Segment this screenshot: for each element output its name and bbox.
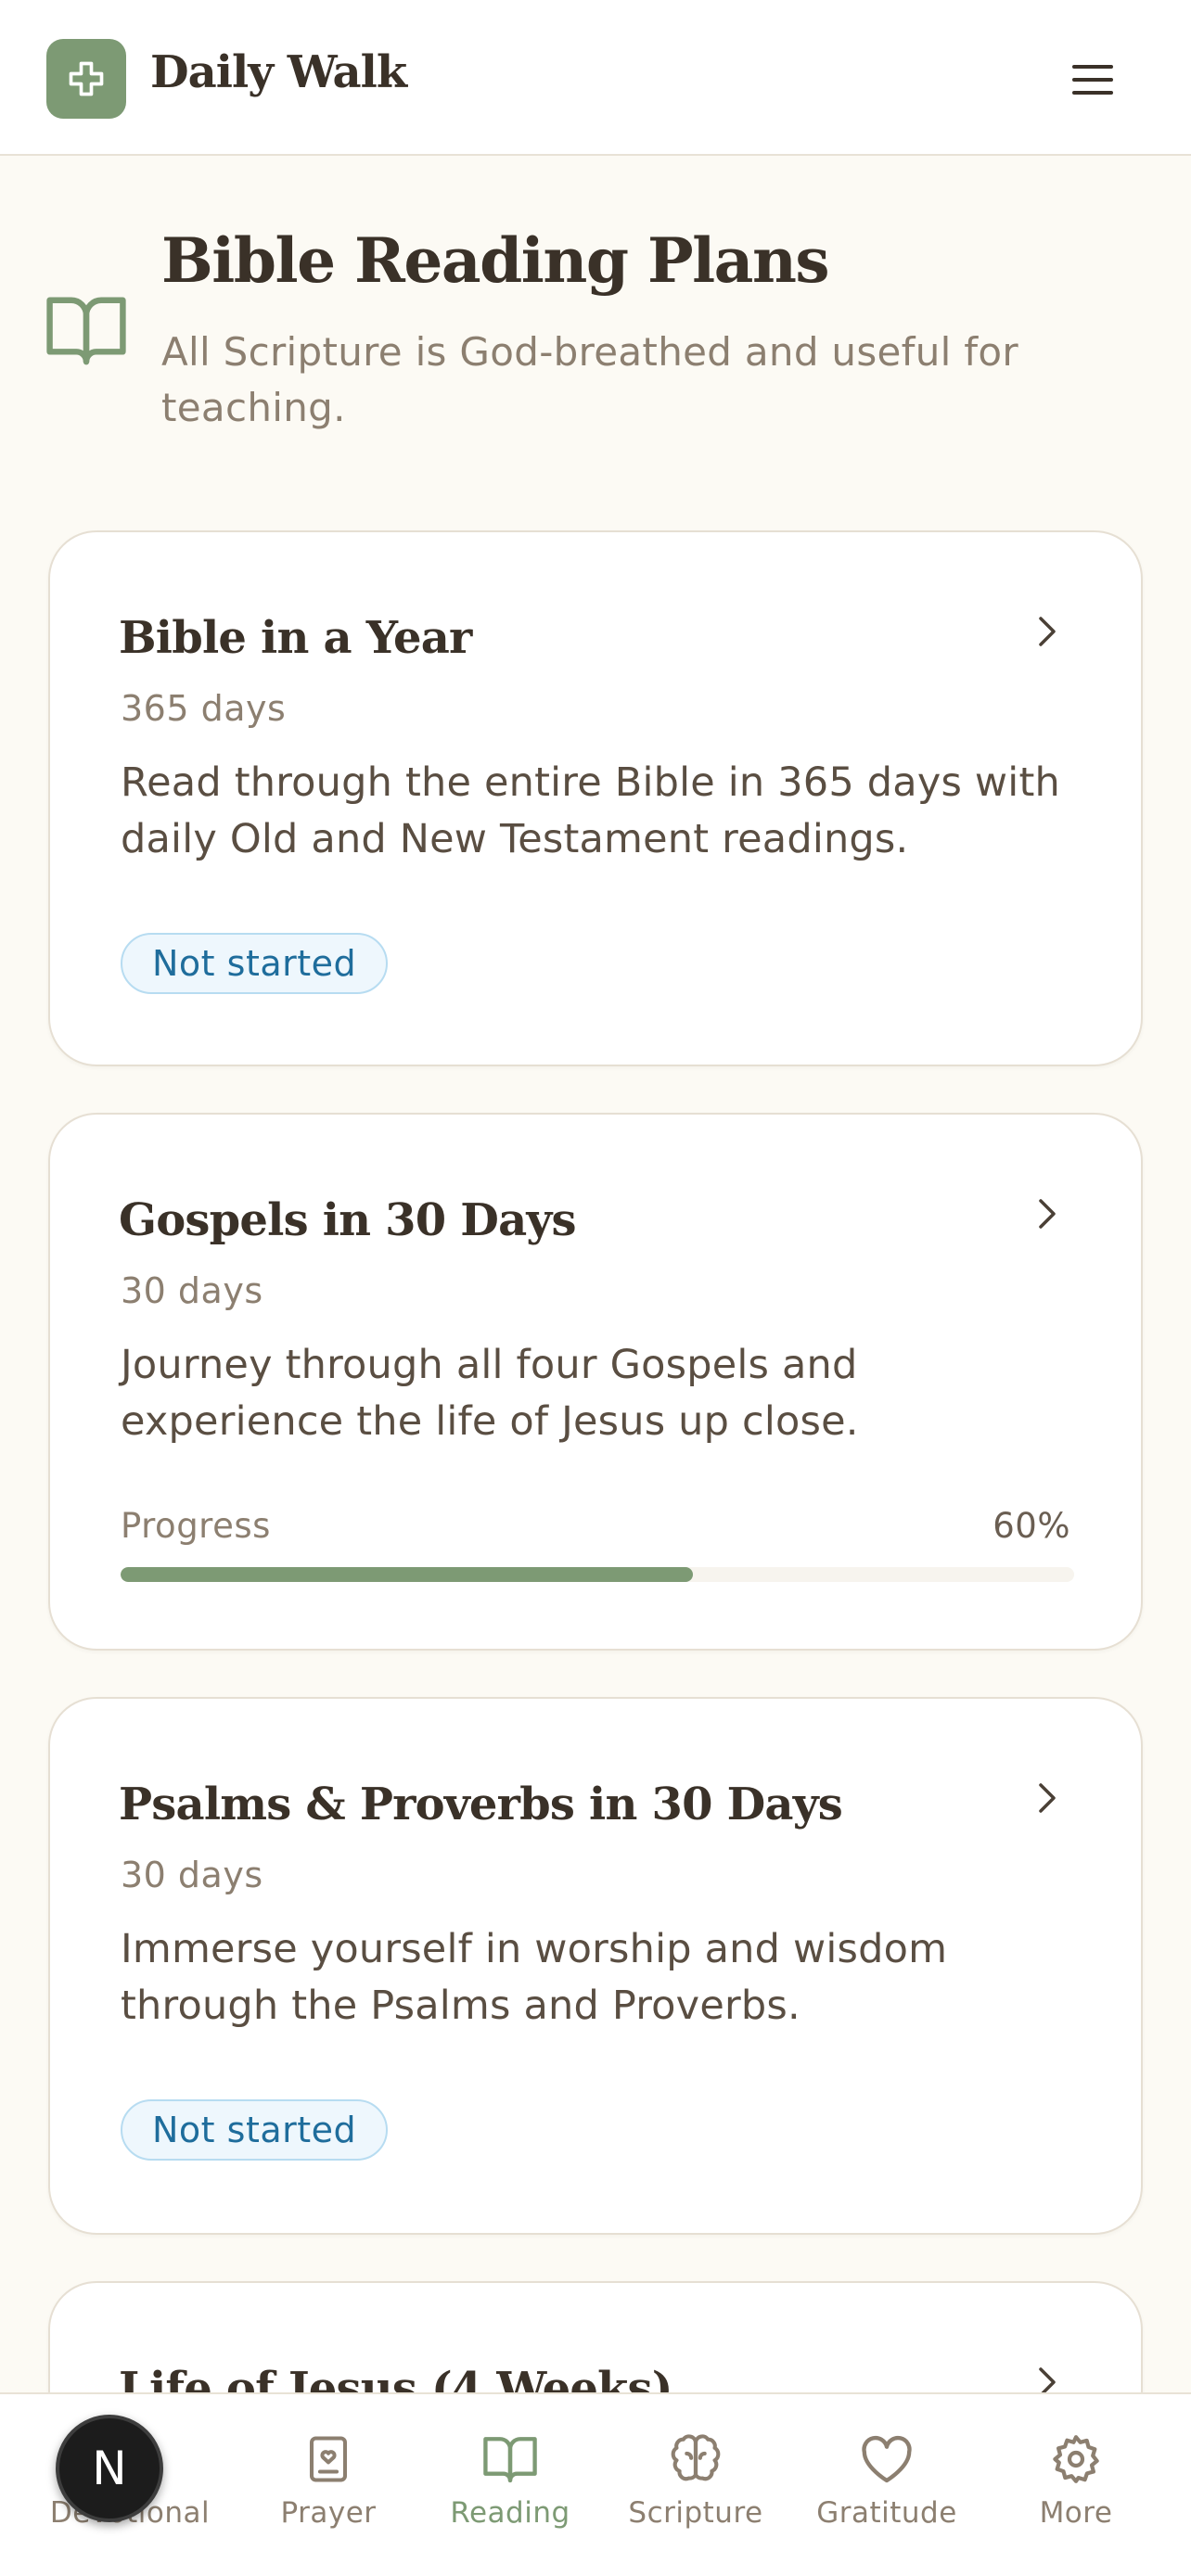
app-logo[interactable] — [46, 39, 126, 119]
app-header: Daily Walk — [0, 0, 1191, 156]
plan-title: Bible in a Year — [119, 612, 472, 664]
chevron-right-icon — [1039, 1783, 1056, 1813]
plan-duration: 30 days — [121, 1855, 263, 1895]
plan-title: Gospels in 30 Days — [119, 1194, 577, 1246]
dev-tools-button[interactable]: N — [56, 2415, 163, 2522]
nav-item-prayer[interactable]: Prayer — [236, 2394, 421, 2576]
nav-item-reading[interactable]: Reading — [417, 2394, 603, 2576]
book-open-icon — [483, 2437, 537, 2483]
book-open-icon — [46, 297, 126, 365]
page-subtitle: All Scripture is God-breathed and useful… — [161, 329, 1018, 430]
plan-description: Immerse yourself in worship and wisdom t… — [121, 1926, 948, 2029]
nav-item-scripture[interactable]: Scripture — [603, 2394, 788, 2576]
plan-card-psalms-proverbs[interactable]: Psalms & Proverbs in 30 Days 30 days Imm… — [48, 1697, 1143, 2235]
plan-card-bible-in-a-year[interactable]: Bible in a Year 365 days Read through th… — [48, 530, 1143, 1066]
progress-bar — [121, 1567, 1074, 1582]
status-badge: Not started — [121, 933, 389, 994]
progress-label: Progress — [121, 1506, 271, 1546]
hamburger-menu-icon — [1072, 65, 1113, 95]
nav-label: More — [1039, 2496, 1113, 2530]
open-plan-button[interactable] — [1024, 1191, 1070, 1237]
page-title: Bible Reading Plans — [161, 224, 830, 297]
chevron-right-icon — [1039, 1199, 1056, 1229]
plan-duration: 365 days — [121, 688, 287, 729]
bottom-navigation: Devotional Prayer Reading Scripture Grat… — [0, 2392, 1191, 2576]
cross-icon — [69, 61, 104, 96]
nav-label: Scripture — [628, 2496, 763, 2530]
nav-item-more[interactable]: More — [983, 2394, 1169, 2576]
plan-description: Journey through all four Gospels and exp… — [121, 1342, 859, 1445]
plan-duration: 30 days — [121, 1270, 263, 1311]
plan-card-gospels-in-30-days[interactable]: Gospels in 30 Days 30 days Journey throu… — [48, 1113, 1143, 1651]
gear-icon — [1053, 2435, 1099, 2483]
prayer-book-icon — [309, 2436, 348, 2482]
nav-label: Gratitude — [816, 2496, 957, 2530]
chevron-right-icon — [1039, 617, 1056, 646]
open-plan-button[interactable] — [1024, 608, 1070, 655]
status-badge: Not started — [121, 2099, 389, 2161]
nav-label: Reading — [450, 2496, 570, 2530]
app-title: Daily Walk — [150, 46, 407, 98]
nav-item-gratitude[interactable]: Gratitude — [794, 2394, 980, 2576]
progress-percentage: 60% — [992, 1506, 1070, 1546]
brain-icon — [671, 2434, 721, 2481]
progress-bar-fill — [121, 1567, 693, 1582]
heart-icon — [862, 2435, 912, 2483]
plan-title: Psalms & Proverbs in 30 Days — [119, 1779, 843, 1830]
menu-button[interactable] — [1065, 54, 1121, 106]
plan-description: Read through the entire Bible in 365 day… — [121, 759, 1060, 862]
nav-label: Prayer — [280, 2496, 377, 2530]
open-plan-button[interactable] — [1024, 1775, 1070, 1821]
